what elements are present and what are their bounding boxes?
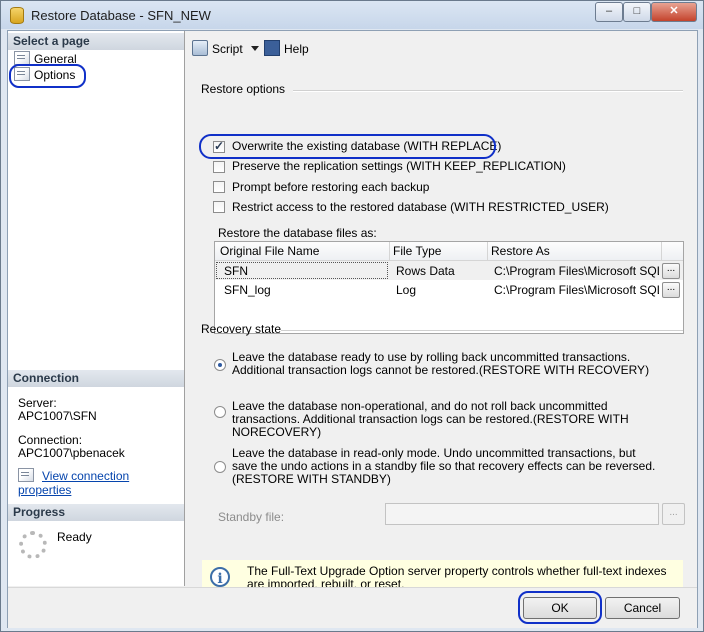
connection-header: Connection: [8, 370, 184, 387]
left-pane: Select a page General Options Connection…: [8, 31, 185, 586]
connection-label: Connection:: [18, 433, 83, 447]
dialog-client: Select a page General Options Connection…: [7, 30, 698, 628]
browse-button[interactable]: ...: [662, 282, 680, 298]
column-file-type[interactable]: File Type: [393, 244, 441, 258]
script-icon: [192, 40, 208, 56]
norecovery-radio[interactable]: [214, 406, 226, 418]
column-restore-as[interactable]: Restore As: [491, 244, 550, 258]
page-icon: [14, 51, 30, 65]
column-separator: [389, 242, 390, 260]
standby-file-label: Standby file:: [218, 510, 285, 524]
cell-file-type: Rows Data: [396, 264, 455, 278]
recovery-state-label: Recovery state: [201, 322, 282, 336]
ok-button[interactable]: OK: [523, 597, 597, 619]
recovery-radio[interactable]: [214, 359, 226, 371]
select-page-header: Select a page: [8, 33, 184, 50]
divider: [281, 330, 683, 332]
script-button[interactable]: Script: [192, 40, 259, 56]
help-button[interactable]: Help: [264, 40, 309, 56]
server-value: APC1007\SFN: [18, 409, 97, 423]
minimize-button[interactable]: –: [595, 2, 623, 22]
column-original-file-name[interactable]: Original File Name: [220, 244, 319, 258]
preserve-replication-label: Preserve the replication settings (WITH …: [232, 159, 566, 173]
restrict-access-label: Restrict access to the restored database…: [232, 200, 609, 214]
norecovery-label: Leave the database non-operational, and …: [232, 399, 629, 439]
table-row[interactable]: SFN Rows Data C:\Program Files\Microsoft…: [215, 261, 683, 280]
cell-restore-as[interactable]: C:\Program Files\Microsoft SQL...: [494, 283, 659, 297]
help-label: Help: [284, 42, 309, 56]
options-content: Restore options Overwrite the existing d…: [185, 63, 697, 596]
progress-header: Progress: [8, 504, 184, 521]
help-icon: [264, 40, 280, 56]
restore-options-label: Restore options: [201, 82, 286, 96]
close-button[interactable]: ✕: [651, 2, 697, 22]
view-connection-properties-link[interactable]: View connection properties: [18, 469, 129, 497]
script-label: Script: [212, 42, 243, 56]
properties-icon: [18, 468, 34, 482]
chevron-down-icon[interactable]: [250, 46, 259, 51]
restore-database-window: Restore Database - SFN_NEW – □ ✕ Select …: [0, 0, 704, 632]
browse-button[interactable]: ...: [662, 263, 680, 279]
database-icon: [10, 7, 24, 24]
standby-file-input[interactable]: [385, 503, 659, 525]
title-bar[interactable]: Restore Database - SFN_NEW – □ ✕: [1, 1, 703, 29]
overwrite-highlight-annotation: [199, 134, 496, 159]
column-separator: [487, 242, 488, 260]
info-icon: i: [210, 567, 230, 587]
grid-header: Original File Name File Type Restore As: [215, 242, 683, 261]
cell-restore-as[interactable]: C:\Program Files\Microsoft SQL...: [494, 264, 659, 278]
server-label: Server:: [18, 396, 57, 410]
view-connection-properties[interactable]: View connection properties: [18, 468, 184, 497]
toolbar: Script Help: [185, 31, 697, 63]
window-title: Restore Database - SFN_NEW: [31, 8, 211, 23]
cancel-button[interactable]: Cancel: [605, 597, 680, 619]
connection-value: APC1007\pbenacek: [18, 446, 125, 460]
options-highlight-annotation: [9, 64, 86, 88]
preserve-replication-checkbox[interactable]: [213, 161, 225, 173]
cell-original-name: SFN_log: [224, 283, 271, 297]
table-row[interactable]: SFN_log Log C:\Program Files\Microsoft S…: [215, 280, 683, 299]
restore-files-grid: Original File Name File Type Restore As …: [214, 241, 684, 334]
restore-files-label: Restore the database files as:: [218, 226, 377, 240]
recovery-label: Leave the database ready to use by rolli…: [232, 350, 650, 377]
column-separator: [661, 242, 662, 260]
divider: [293, 90, 683, 92]
maximize-button[interactable]: □: [623, 2, 651, 22]
standby-option-label: Leave the database in read-only mode. Un…: [232, 446, 656, 486]
cell-file-type: Log: [396, 283, 417, 297]
prompt-before-restore-checkbox[interactable]: [213, 181, 225, 193]
progress-spinner-icon: [19, 531, 47, 559]
restrict-access-checkbox[interactable]: [213, 201, 225, 213]
standby-radio[interactable]: [214, 461, 226, 473]
standby-browse-button[interactable]: ...: [662, 503, 685, 525]
progress-status: Ready: [57, 530, 92, 544]
prompt-before-restore-label: Prompt before restoring each backup: [232, 180, 430, 194]
cell-original-name: SFN: [224, 264, 248, 278]
dialog-footer: OK Cancel: [8, 587, 697, 628]
